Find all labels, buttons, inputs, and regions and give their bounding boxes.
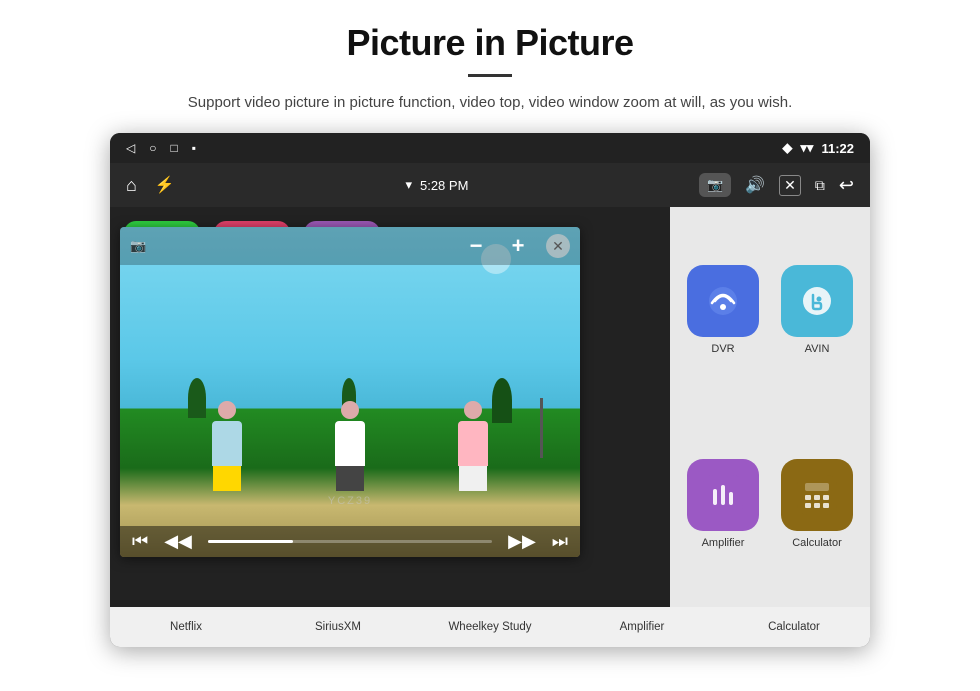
- dvr-label: DVR: [711, 343, 734, 355]
- next-button[interactable]: ⏭: [552, 531, 568, 552]
- toolbar-center: ▾ 5:28 PM: [405, 177, 468, 193]
- title-divider: [468, 74, 512, 77]
- bottom-app-wheelkey: Wheelkey Study: [414, 617, 566, 637]
- pip-camera-icon: 📷: [130, 238, 146, 254]
- toolbar-time: 5:28 PM: [420, 178, 468, 193]
- prev-button[interactable]: ⏮: [132, 531, 148, 552]
- siriusxm-bottom-label: SiriusXM: [315, 621, 361, 633]
- toolbar-left: ⌂ ⚡: [126, 175, 175, 196]
- pip-icon[interactable]: ⧉: [815, 177, 825, 194]
- usb-icon[interactable]: ⚡: [155, 175, 175, 195]
- app-toolbar: ⌂ ⚡ ▾ 5:28 PM 📷 🔊 ✕ ⧉ ↩: [110, 163, 870, 207]
- camera-button[interactable]: 📷: [699, 173, 731, 197]
- figure-3: [438, 401, 508, 491]
- bottom-app-netflix: Netflix: [110, 617, 262, 637]
- page-title: Picture in Picture: [346, 22, 633, 64]
- bottom-apps-row: Netflix SiriusXM Wheelkey Study Amplifie…: [110, 617, 870, 637]
- location-icon: ◆: [782, 140, 792, 156]
- status-bar-left: ◁ ○ □ ▪: [126, 141, 196, 155]
- home-icon[interactable]: ⌂: [126, 175, 137, 196]
- netflix-bottom-label: Netflix: [170, 621, 202, 633]
- close-icon[interactable]: ✕: [779, 175, 801, 196]
- bottom-app-amplifier: Amplifier: [566, 617, 718, 637]
- page-subtitle: Support video picture in picture functio…: [188, 91, 792, 115]
- dvr-icon-svg: [703, 281, 743, 321]
- progress-fill: [208, 540, 293, 543]
- pip-close-button[interactable]: ✕: [546, 234, 570, 258]
- status-bar: ◁ ○ □ ▪ ◆ ▾▾ 11:22: [110, 133, 870, 163]
- volume-icon[interactable]: 🔊: [745, 175, 765, 195]
- forward-button[interactable]: ▶▶: [508, 531, 536, 552]
- bottom-bar: Netflix SiriusXM Wheelkey Study Amplifie…: [110, 607, 870, 647]
- avin-icon-box: [781, 265, 853, 337]
- wifi-toolbar-icon: ▾: [405, 177, 412, 193]
- pip-window[interactable]: 📷 − + ✕ ⏮ ◀◀ ▶▶: [120, 227, 580, 557]
- status-time: 11:22: [821, 141, 854, 156]
- dvr-icon-box: [687, 265, 759, 337]
- watermark: YCZ39: [328, 495, 372, 507]
- avin-label: AVIN: [805, 343, 830, 355]
- back-arrow-icon[interactable]: ◁: [126, 141, 135, 155]
- pip-top-bar: 📷 − + ✕: [120, 227, 580, 265]
- wheelkey-bottom-label: Wheelkey Study: [448, 621, 531, 633]
- amplifier-label: Amplifier: [702, 537, 745, 549]
- pip-minus-button[interactable]: −: [462, 232, 490, 260]
- bottom-app-calculator: Calculator: [718, 617, 870, 637]
- pip-top-controls: − + ✕: [462, 232, 570, 260]
- back-icon[interactable]: ↩: [839, 175, 854, 196]
- video-area: 📷 − + ✕ ⏮ ◀◀ ▶▶: [110, 207, 670, 607]
- main-content: 📷 − + ✕ ⏮ ◀◀ ▶▶: [110, 207, 870, 607]
- right-apps-grid: DVR AVIN: [670, 207, 870, 607]
- bottom-app-siriusxm: SiriusXM: [262, 617, 414, 637]
- pole: [540, 398, 543, 458]
- avin-icon-svg: [797, 281, 837, 321]
- device-frame: ◁ ○ □ ▪ ◆ ▾▾ 11:22 ⌂ ⚡ ▾ 5:28 PM: [110, 133, 870, 647]
- progress-bar[interactable]: [208, 540, 492, 543]
- amplifier-icon-svg: [703, 475, 743, 515]
- amplifier-bottom-label: Amplifier: [620, 621, 665, 633]
- app-avin[interactable]: AVIN: [776, 219, 858, 401]
- video-scene: [120, 227, 580, 557]
- app-amplifier[interactable]: Amplifier: [682, 413, 764, 595]
- rewind-button[interactable]: ◀◀: [164, 531, 192, 552]
- signal-icon: ▾▾: [800, 140, 813, 156]
- menu-icon[interactable]: ▪: [192, 141, 196, 155]
- status-bar-right: ◆ ▾▾ 11:22: [782, 140, 854, 156]
- calculator-label: Calculator: [792, 537, 842, 549]
- amplifier-icon-box: [687, 459, 759, 531]
- figures: [166, 310, 534, 492]
- calculator-icon-svg: [797, 475, 837, 515]
- home-circle-icon[interactable]: ○: [149, 141, 156, 155]
- camera-icon: 📷: [707, 177, 723, 193]
- app-calculator[interactable]: Calculator: [776, 413, 858, 595]
- toolbar-right: 📷 🔊 ✕ ⧉ ↩: [699, 173, 854, 197]
- calculator-icon-box: [781, 459, 853, 531]
- app-dvr[interactable]: DVR: [682, 219, 764, 401]
- figure-2: [315, 401, 385, 491]
- calculator-bottom-label: Calculator: [768, 621, 820, 633]
- figure-1: [192, 401, 262, 491]
- square-icon[interactable]: □: [170, 141, 177, 155]
- pip-plus-button[interactable]: +: [504, 232, 532, 260]
- pip-controls-bar: ⏮ ◀◀ ▶▶ ⏭: [120, 526, 580, 557]
